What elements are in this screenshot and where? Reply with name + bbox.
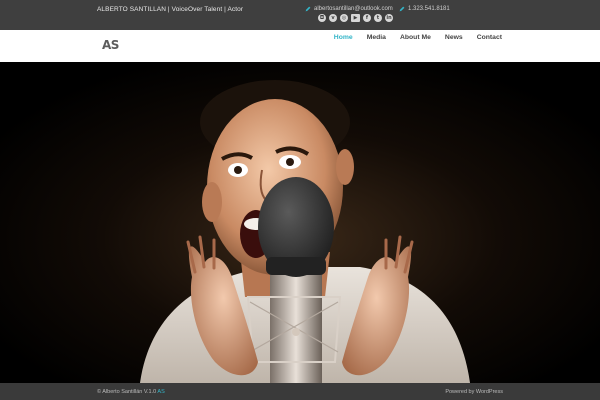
- main-nav: Home Media About Me News Contact: [334, 34, 502, 41]
- hero-image: [0, 62, 600, 383]
- dribbble-icon[interactable]: ◎: [340, 14, 348, 22]
- powered-by-text[interactable]: Powered by WordPress: [445, 389, 503, 395]
- email-contact[interactable]: albertosantillan@outlook.com: [305, 6, 393, 12]
- site-tagline: ALBERTO SANTILLAN | VoiceOver Talent | A…: [97, 6, 244, 13]
- phone-contact[interactable]: 1.323.541.8181: [399, 6, 450, 12]
- social-links: ◘ v ◎ ▶ f t in: [318, 14, 393, 22]
- copyright-accent-link[interactable]: AS: [157, 389, 164, 395]
- nav-contact[interactable]: Contact: [477, 34, 502, 41]
- nav-about-me[interactable]: About Me: [400, 34, 431, 41]
- linkedin-icon[interactable]: in: [385, 14, 393, 22]
- copyright-prefix: © Alberto Santillán V.1.0: [97, 389, 158, 395]
- pencil-icon: [399, 6, 405, 12]
- nav-news[interactable]: News: [445, 34, 463, 41]
- instagram-icon[interactable]: ◘: [318, 14, 326, 22]
- pencil-icon: [305, 6, 311, 12]
- facebook-icon[interactable]: f: [363, 14, 371, 22]
- singer-microphone-illustration: [0, 62, 600, 383]
- top-bar: ALBERTO SANTILLAN | VoiceOver Talent | A…: [0, 0, 600, 30]
- twitter-icon[interactable]: t: [374, 14, 382, 22]
- phone-text[interactable]: 1.323.541.8181: [408, 6, 450, 12]
- copyright-text: © Alberto Santillán V.1.0 AS: [97, 389, 165, 395]
- email-text[interactable]: albertosantillan@outlook.com: [314, 6, 393, 12]
- nav-media[interactable]: Media: [367, 34, 386, 41]
- youtube-icon[interactable]: ▶: [351, 14, 360, 22]
- vimeo-icon[interactable]: v: [329, 14, 337, 22]
- nav-home[interactable]: Home: [334, 34, 353, 41]
- site-logo[interactable]: AS: [102, 38, 119, 52]
- site-footer: © Alberto Santillán V.1.0 AS Powered by …: [0, 383, 600, 400]
- site-header: AS Home Media About Me News Contact: [0, 30, 600, 62]
